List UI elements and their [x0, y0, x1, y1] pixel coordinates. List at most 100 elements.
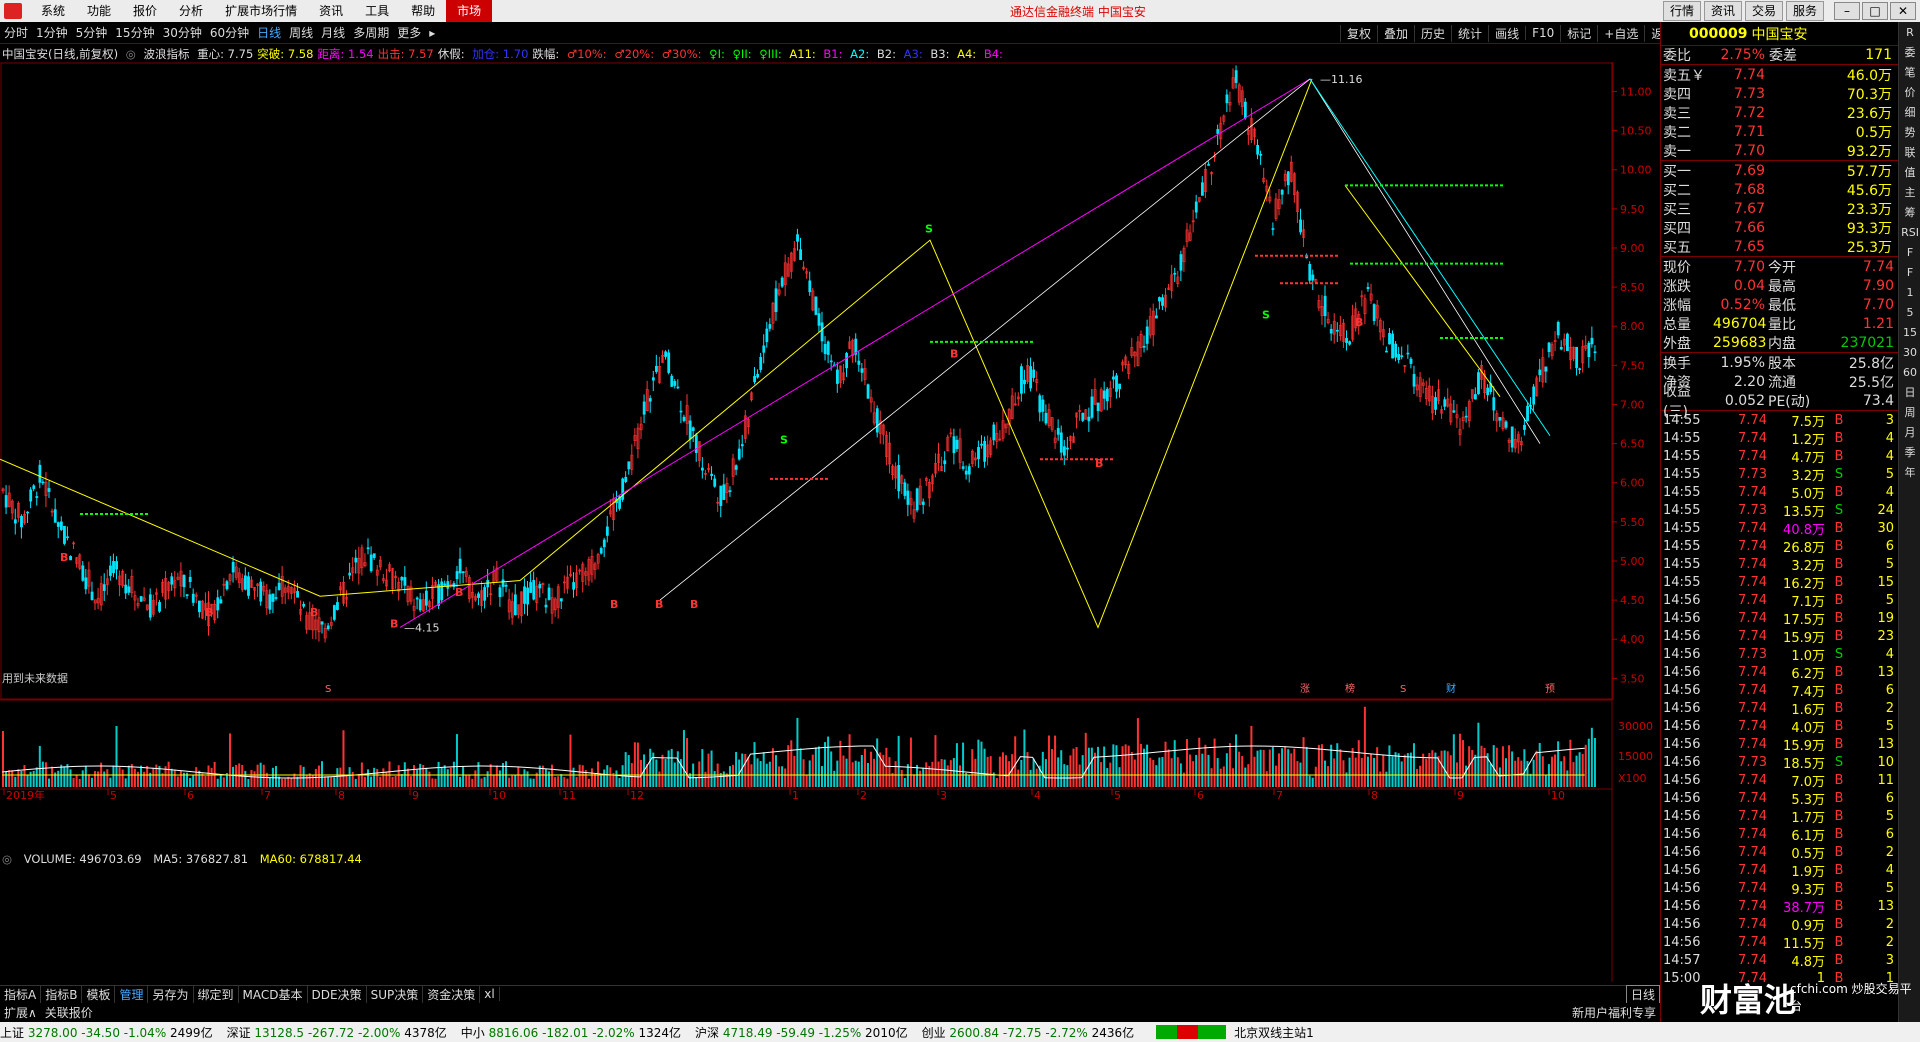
tab-bind[interactable]: 绑定到: [194, 985, 239, 1003]
settings-icon[interactable]: ◎: [126, 47, 136, 61]
menu-item-tools[interactable]: 工具: [354, 0, 400, 22]
sidebar-button-9[interactable]: 筹: [1900, 204, 1920, 222]
sidebar-button-18[interactable]: 日: [1900, 384, 1920, 402]
index-2[interactable]: 中小 8816.06 -182.01 -2.02% 1324亿: [461, 1024, 681, 1041]
quote-button[interactable]: 行情: [1662, 1, 1701, 21]
sidebar-button-1[interactable]: 委: [1900, 44, 1920, 62]
tab-indicator-b[interactable]: 指标B: [41, 985, 83, 1003]
sidebar-button-11[interactable]: F: [1900, 244, 1920, 262]
sidebar-button-4[interactable]: 细: [1900, 104, 1920, 122]
period-30min[interactable]: 30分钟: [159, 24, 206, 41]
period-daily[interactable]: 日线: [253, 24, 285, 41]
tick-row: 14:56 7.74 15.9万 B 23: [1663, 628, 1894, 646]
y-tick-label: 7.50: [1620, 359, 1645, 372]
volume-bar: [1554, 754, 1557, 787]
sidebar-button-14[interactable]: 5: [1900, 304, 1920, 322]
tool-f10[interactable]: F10: [1525, 26, 1560, 40]
sidebar-button-5[interactable]: 势: [1900, 124, 1920, 142]
period-monthly[interactable]: 月线: [317, 24, 349, 41]
tool-draw[interactable]: 画线: [1488, 24, 1525, 42]
tab-related-quote[interactable]: 关联报价: [41, 1004, 97, 1021]
tab-sup[interactable]: SUP决策: [367, 985, 424, 1003]
volume-bar: [937, 761, 940, 787]
sidebar-button-6[interactable]: 联: [1900, 144, 1920, 162]
menu-item-ext-market[interactable]: 扩展市场行情: [214, 0, 308, 22]
sidebar-button-7[interactable]: 值: [1900, 164, 1920, 182]
tab-macd[interactable]: MACD基本: [239, 985, 308, 1003]
tool-stats[interactable]: 统计: [1451, 24, 1488, 42]
candle-body: [443, 583, 447, 586]
index-0[interactable]: 上证 3278.00 -34.50 -1.04% 2499亿: [0, 1024, 213, 1041]
volume-bar: [554, 777, 557, 787]
tab-expand[interactable]: 扩展∧: [0, 1004, 41, 1021]
index-1[interactable]: 深证 13128.5 -267.72 -2.00% 4378亿: [227, 1024, 447, 1041]
candle-body: [967, 466, 971, 475]
index-3[interactable]: 沪深 4718.49 -59.49 -1.25% 2010亿: [695, 1024, 908, 1041]
tab-manage[interactable]: 管理: [115, 985, 149, 1003]
menu-item-function[interactable]: 功能: [76, 0, 122, 22]
tab-save-as[interactable]: 另存为: [148, 985, 194, 1003]
period-15min[interactable]: 15分钟: [111, 24, 158, 41]
sidebar-button-15[interactable]: 15: [1900, 324, 1920, 342]
period-5min[interactable]: 5分钟: [72, 24, 112, 41]
menu-item-help[interactable]: 帮助: [400, 0, 446, 22]
volume-bar: [842, 755, 845, 787]
sidebar-button-8[interactable]: 主: [1900, 184, 1920, 202]
sidebar-button-2[interactable]: 笔: [1900, 64, 1920, 82]
volume-bar: [1213, 738, 1216, 787]
menu-item-market[interactable]: 市场: [446, 0, 493, 22]
menu-item-analysis[interactable]: 分析: [168, 0, 214, 22]
sidebar-button-22[interactable]: 年: [1900, 464, 1920, 482]
index-4[interactable]: 创业 2600.84 -72.75 -2.72% 2436亿: [922, 1024, 1135, 1041]
promo-link[interactable]: 新用户福利专享: [1568, 1004, 1660, 1021]
sidebar-button-20[interactable]: 月: [1900, 424, 1920, 442]
close-icon[interactable]: ✕: [1890, 2, 1916, 20]
tool-overlay[interactable]: 叠加: [1377, 24, 1414, 42]
chevron-right-icon[interactable]: ▸: [425, 26, 439, 40]
sidebar-button-17[interactable]: 60: [1900, 364, 1920, 382]
period-fenshi[interactable]: 分时: [0, 24, 32, 41]
period-label-daily[interactable]: 日线: [1625, 984, 1660, 1004]
price-chart[interactable]: 11.00 10.50 10.00 9.50 9.00 8.50 8.00 7.50 7.00 6…: [0, 62, 1660, 982]
minimize-icon[interactable]: –: [1834, 2, 1860, 20]
period-60min[interactable]: 60分钟: [206, 24, 253, 41]
server-name[interactable]: 北京双线主站1: [1234, 1024, 1314, 1041]
tab-indicator-a[interactable]: 指标A: [0, 985, 42, 1003]
sidebar-button-0[interactable]: R: [1900, 24, 1920, 42]
tab-funds[interactable]: 资金决策: [423, 985, 481, 1003]
period-1min[interactable]: 1分钟: [32, 24, 72, 41]
candle-body: [1523, 424, 1526, 430]
sidebar-button-21[interactable]: 季: [1900, 444, 1920, 462]
menu-item-system[interactable]: 系统: [30, 0, 76, 22]
sidebar-button-10[interactable]: RSI: [1900, 224, 1920, 242]
tab-xl[interactable]: xl: [480, 987, 500, 1001]
period-more[interactable]: 更多: [393, 24, 425, 41]
tab-template[interactable]: 模板: [82, 985, 116, 1003]
sidebar-button-3[interactable]: 价: [1900, 84, 1920, 102]
period-multi[interactable]: 多周期: [349, 24, 393, 41]
tool-add-watch[interactable]: +自选: [1597, 24, 1644, 42]
indicator-name[interactable]: 波浪指标: [144, 47, 190, 61]
indicator-value-16: B2:: [876, 47, 900, 61]
tool-history[interactable]: 历史: [1414, 24, 1451, 42]
sidebar-button-13[interactable]: 1: [1900, 284, 1920, 302]
sidebar-button-19[interactable]: 周: [1900, 404, 1920, 422]
sidebar-button-16[interactable]: 30: [1900, 344, 1920, 362]
volume-bar: [155, 764, 158, 787]
menu-item-news[interactable]: 资讯: [308, 0, 354, 22]
maximize-icon[interactable]: □: [1862, 2, 1888, 20]
volume-bar: [434, 778, 437, 787]
trade-button[interactable]: 交易: [1744, 1, 1783, 21]
stat2-row-0: 换手 1.95% 股本 25.8亿: [1663, 354, 1894, 372]
tool-mark[interactable]: 标记: [1560, 24, 1597, 42]
tab-dde[interactable]: DDE决策: [308, 985, 367, 1003]
sidebar-button-12[interactable]: F: [1900, 264, 1920, 282]
tool-fuquan[interactable]: 复权: [1340, 24, 1377, 42]
candle-body: [1308, 264, 1312, 281]
news-button[interactable]: 资讯: [1703, 1, 1742, 21]
volume-bar: [425, 767, 428, 787]
period-weekly[interactable]: 周线: [285, 24, 317, 41]
menu-item-quote[interactable]: 报价: [122, 0, 168, 22]
service-button[interactable]: 服务: [1785, 1, 1824, 21]
volume-bar: [1247, 764, 1250, 787]
